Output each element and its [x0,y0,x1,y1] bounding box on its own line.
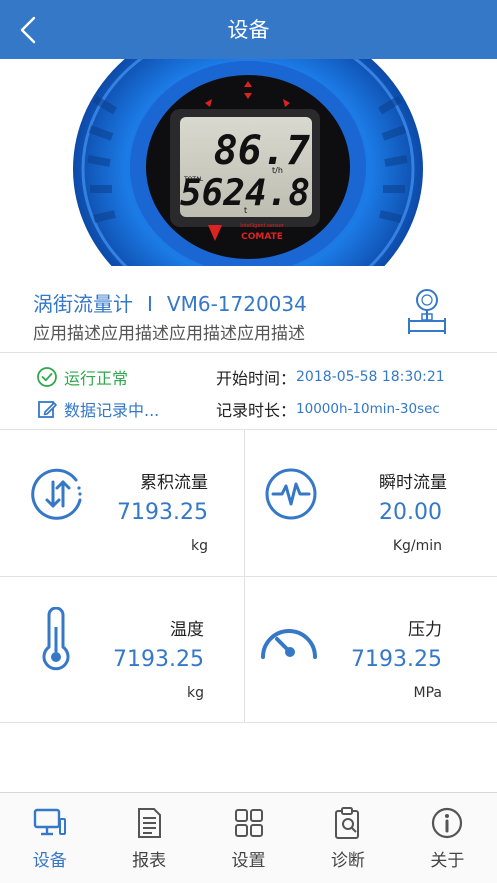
monitor-icon [33,808,66,836]
device-name: 涡街流量计 [33,292,133,316]
divider [0,576,497,577]
brand-sub: Intelligent sensor [240,223,284,229]
device-model: VM6-1720034 [166,292,307,316]
bottom-tab-bar: 设备 报表 设置 诊断 关于 [0,792,497,883]
status-panel: 运行正常 数据记录中... 开始时间： 2018-05-58 18:30:21 … [0,353,497,429]
record-duration-label: 记录时长： [216,401,297,420]
flow-arrows-icon [31,468,82,520]
pulse-icon [265,468,317,520]
metric-label: 累积流量 [140,473,208,493]
metric-card-temperature[interactable]: 温度 7193.25 kg [0,577,248,723]
metric-unit: Kg/min [392,538,442,554]
check-circle-icon [37,367,57,387]
running-status-label: 运行正常 [64,369,129,388]
divider [244,430,245,722]
tab-diagnosis[interactable]: 诊断 [298,793,397,883]
running-status: 运行正常 [36,365,128,389]
start-time-value: 2018-05-58 18:30:21 [296,369,445,385]
metric-card-pressure[interactable]: 压力 7193.25 MPa [249,577,497,723]
device-info: 涡街流量计 I VM6-1720034 应用描述应用描述应用描述应用描述 [0,266,497,352]
tab-report[interactable]: 报表 [99,793,198,883]
metric-label: 温度 [170,620,204,640]
brand-name: COMATE [241,232,283,242]
tab-label: 诊断 [330,851,365,871]
lcd-total-unit: t [244,206,247,215]
divider [0,722,497,723]
record-duration: 记录时长： 10000h-10min-30sec [216,397,440,421]
device-description: 应用描述应用描述应用描述应用描述 [33,324,305,344]
metric-value: 7193.25 [113,647,204,672]
page-title: 设备 [227,18,270,42]
device-separator: I [147,292,153,316]
clipboard-search-icon [334,807,359,839]
metric-value: 7193.25 [117,500,208,525]
metric-value: 20.00 [379,500,442,525]
metric-unit: MPa [413,685,442,701]
grid-icon [234,809,263,837]
tab-label: 设置 [231,851,266,871]
tab-label: 设备 [32,851,67,871]
report-icon [138,808,162,838]
flowmeter-icon[interactable] [405,288,449,340]
lcd-instant-value: 86.7 [214,128,310,174]
thermometer-icon [42,607,70,671]
tab-label: 报表 [132,851,167,871]
metric-unit: kg [191,538,208,554]
metric-value: 7193.25 [351,647,442,672]
edit-icon [38,401,57,418]
recording-status-label: 数据记录中... [64,401,160,420]
flowmeter-display-illustration: 86.7 t/h TOTAL 5624.8 t Intelligent sens… [73,59,423,266]
metrics-grid: 累积流量 7193.25 kg 瞬时流量 20.00 Kg/min 温度 719… [0,430,497,723]
info-icon [432,807,463,839]
app-header: 设备 [0,0,497,59]
gauge-icon [261,629,317,659]
start-time-label: 开始时间： [216,369,297,388]
tab-label: 关于 [430,851,465,871]
tab-about[interactable]: 关于 [398,793,497,883]
recording-status[interactable]: 数据记录中... [36,397,159,421]
tab-device[interactable]: 设备 [0,793,99,883]
metric-unit: kg [187,685,204,701]
metric-label: 瞬时流量 [379,473,447,493]
metric-card-cumulative-flow[interactable]: 累积流量 7193.25 kg [0,430,248,576]
tab-settings[interactable]: 设置 [199,793,298,883]
device-image: 86.7 t/h TOTAL 5624.8 t Intelligent sens… [0,59,497,266]
metric-card-instant-flow[interactable]: 瞬时流量 20.00 Kg/min [249,430,497,576]
record-duration-value: 10000h-10min-30sec [296,401,440,417]
metric-label: 压力 [408,620,442,640]
device-title: 涡街流量计 I VM6-1720034 [33,288,307,317]
start-time: 开始时间： 2018-05-58 18:30:21 [216,365,445,389]
